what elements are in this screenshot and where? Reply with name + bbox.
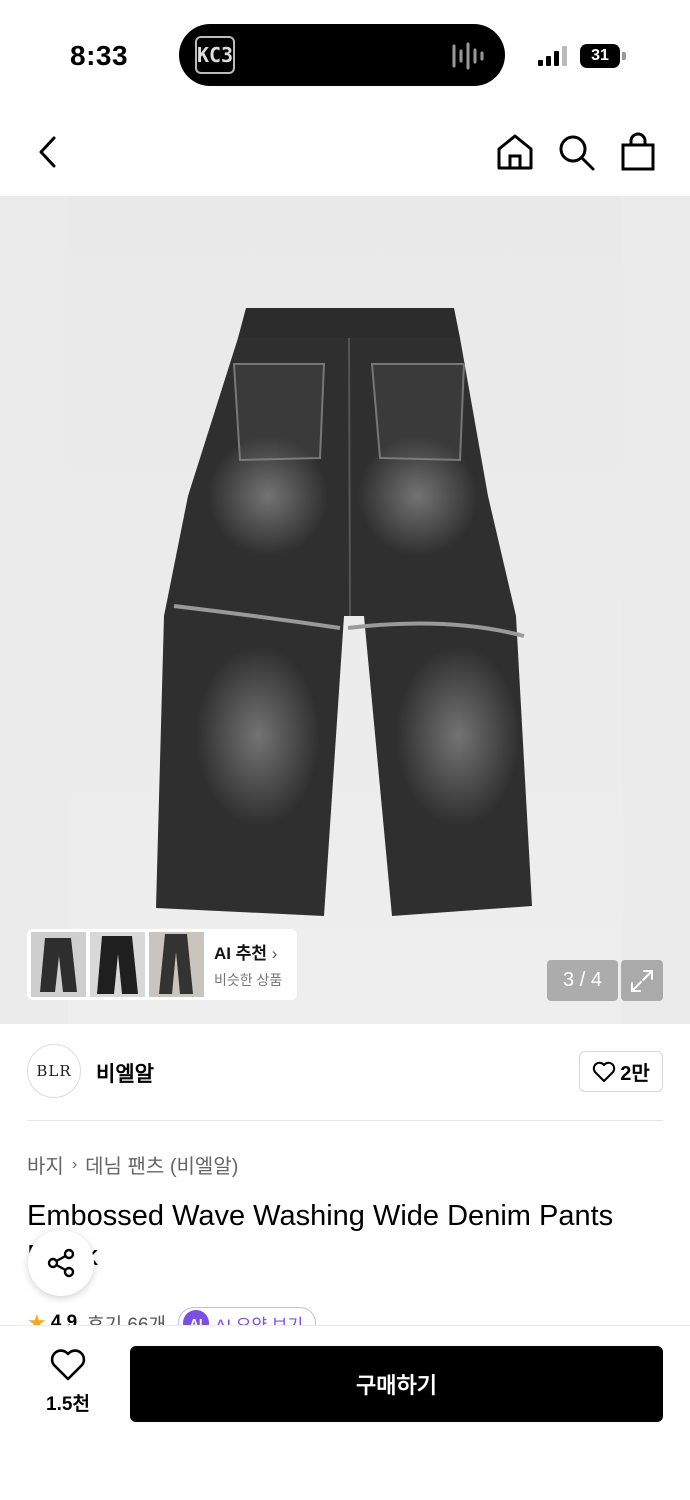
brand-like-count: 2만	[620, 1063, 650, 1085]
island-app-logo: KC3	[195, 36, 235, 74]
brand-name[interactable]: 비엘알	[96, 1058, 154, 1088]
recommendation-thumbnail[interactable]	[31, 932, 86, 997]
rating-row: ★ 4.9 후기 66개 AI AI 요약 보기	[27, 1303, 663, 1325]
dynamic-island: KC3	[179, 24, 505, 86]
ai-summary-label: AI 요약 보기	[215, 1315, 304, 1326]
ai-recommendation-text: AI 추천 › 비슷한 상품	[214, 939, 282, 990]
ai-recommendation-title-text: AI 추천	[214, 944, 268, 963]
breadcrumb: 바지 › 데님 팬츠 (비엘알)	[27, 1150, 238, 1179]
brand-logo[interactable]: BLR	[27, 1044, 81, 1098]
home-icon[interactable]	[493, 130, 537, 174]
chevron-right-icon: ›	[71, 1155, 78, 1173]
cellular-signal-icon	[538, 46, 567, 66]
star-icon: ★	[27, 1310, 47, 1325]
battery-tip	[622, 52, 626, 60]
jeans-image	[156, 308, 532, 916]
heart-icon	[50, 1349, 86, 1381]
breadcrumb-item[interactable]: 바지	[27, 1150, 64, 1179]
product-title: Embossed Wave Washing Wide Denim Pants B…	[27, 1200, 614, 1272]
ai-recommendation-subtitle: 비슷한 상품	[214, 972, 283, 988]
status-time: 8:33	[70, 40, 129, 71]
recommendation-thumbnail[interactable]	[149, 932, 204, 997]
search-icon[interactable]	[554, 130, 598, 174]
bottom-action-bar: 1.5천 구매하기	[0, 1325, 690, 1500]
battery-indicator: 31	[580, 44, 626, 68]
product-photo	[68, 196, 622, 1024]
product-image-carousel[interactable]: AI 추천 › 비슷한 상품 3 / 4	[0, 196, 690, 1024]
heart-icon	[593, 1061, 616, 1082]
share-icon	[47, 1248, 75, 1278]
chevron-right-icon: ›	[271, 944, 278, 963]
expand-icon[interactable]	[621, 960, 663, 1001]
buy-button[interactable]: 구매하기	[130, 1346, 663, 1422]
status-bar: 8:33 KC3 31	[0, 0, 690, 110]
ai-badge: AI	[183, 1310, 210, 1325]
divider	[27, 1120, 663, 1121]
wishlist-count: 1.5천	[46, 1394, 90, 1415]
back-icon[interactable]	[27, 130, 71, 174]
brand-row[interactable]: BLR 비엘알 2만	[27, 1044, 663, 1100]
ai-recommendation-title: AI 추천 ›	[214, 939, 282, 964]
image-counter: 3 / 4	[547, 960, 618, 1001]
bag-icon[interactable]	[616, 130, 660, 174]
rating-score: 4.9	[50, 1312, 78, 1325]
ai-recommendation-card[interactable]: AI 추천 › 비슷한 상품	[27, 929, 297, 1000]
battery-level: 31	[580, 44, 620, 68]
top-navigation	[0, 110, 690, 196]
share-button[interactable]	[28, 1230, 94, 1296]
breadcrumb-item[interactable]: 데님 팬츠 (비엘알)	[85, 1150, 238, 1179]
audio-wave-icon	[452, 42, 484, 70]
review-count[interactable]: 후기 66개	[87, 1310, 166, 1326]
recommendation-thumbnail[interactable]	[90, 932, 145, 997]
brand-like-button[interactable]: 2만	[579, 1051, 663, 1092]
ai-summary-button[interactable]: AI AI 요약 보기	[178, 1307, 317, 1326]
rating-inner: ★ 4.9 후기 66개 AI AI 요약 보기	[27, 1307, 317, 1326]
wishlist-button[interactable]: 1.5천	[30, 1348, 106, 1416]
